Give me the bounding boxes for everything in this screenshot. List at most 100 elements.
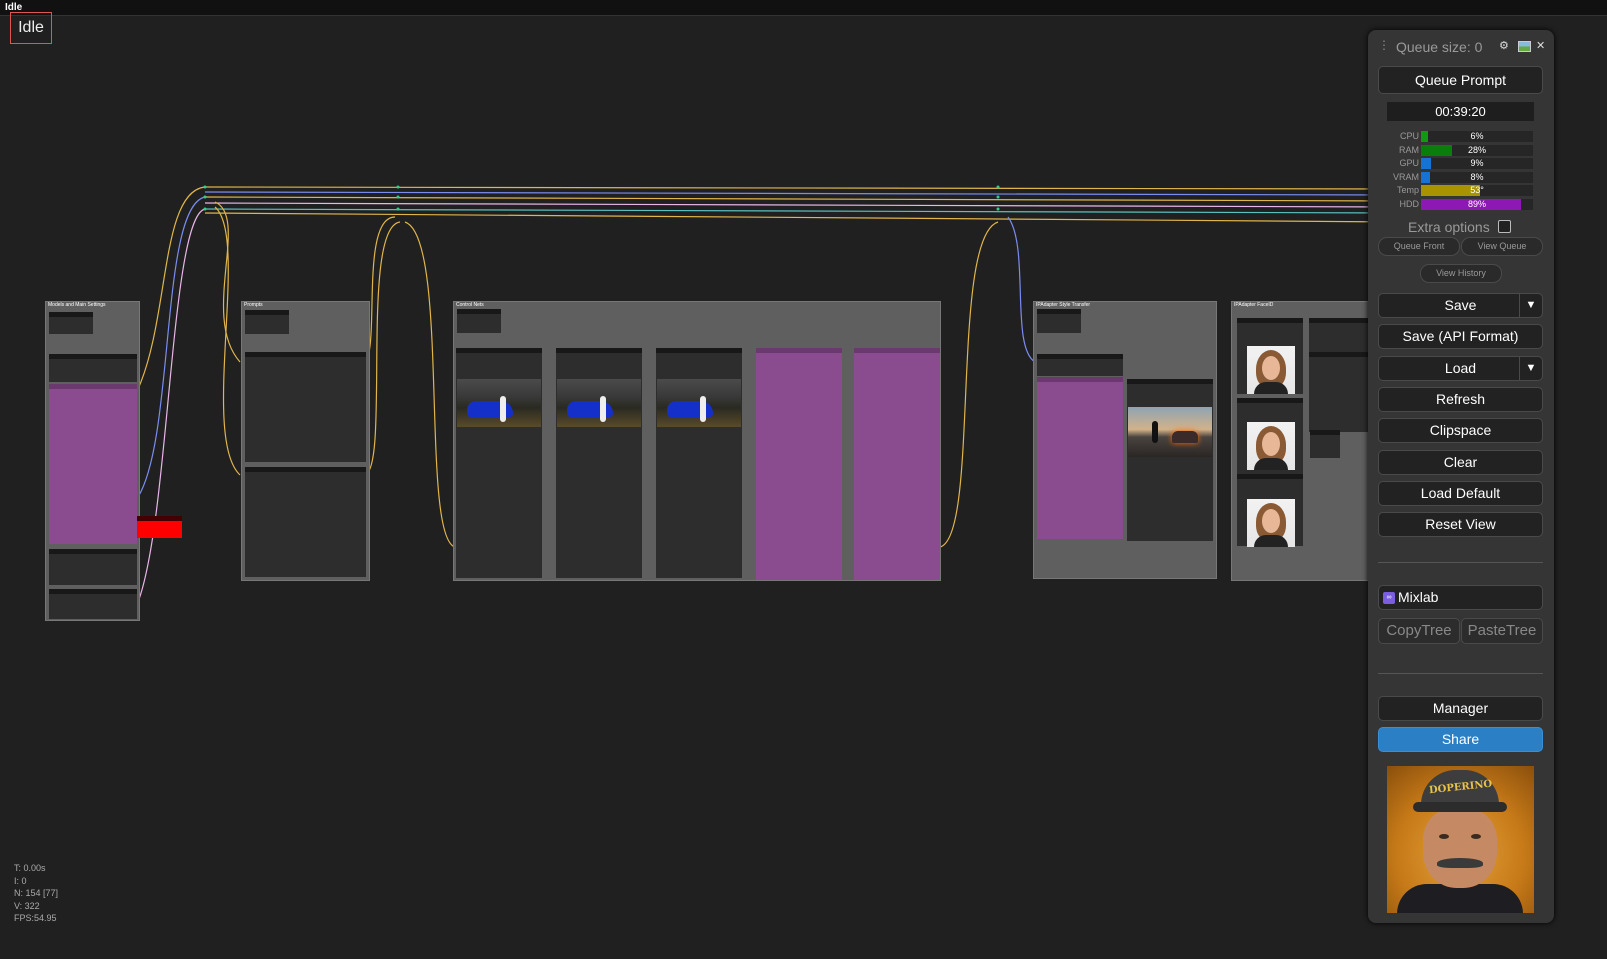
prompt-node-positive[interactable]: [245, 352, 366, 462]
group-control-nets[interactable]: Control Nets: [453, 301, 941, 581]
face-reference-image: [1247, 422, 1295, 470]
node[interactable]: [245, 310, 289, 334]
prompt-node-negative[interactable]: [245, 467, 366, 577]
monitor-row-vram: VRAM 8%: [1387, 171, 1534, 183]
view-queue-button[interactable]: View Queue: [1461, 237, 1543, 256]
style-reference-image: [1128, 407, 1212, 457]
save-dropdown-icon[interactable]: ▼: [1519, 294, 1542, 317]
window-title: Idle: [0, 0, 1607, 16]
manager-button[interactable]: Manager: [1378, 696, 1543, 721]
node[interactable]: [49, 549, 137, 585]
node[interactable]: [49, 589, 137, 619]
face-reference-image: [1247, 499, 1295, 547]
stat-i: I: 0: [14, 875, 27, 886]
monitor-value: 53°: [1470, 185, 1484, 196]
monitor-label: VRAM: [1392, 171, 1419, 182]
ipadapter-node[interactable]: [1037, 377, 1123, 539]
elapsed-timer: 00:39:20: [1387, 102, 1534, 121]
monitor-value: 8%: [1470, 171, 1484, 182]
mixlab-icon: ∞: [1383, 592, 1395, 604]
load-dropdown-icon[interactable]: ▼: [1519, 357, 1542, 380]
stat-fps: FPS:54.95: [14, 913, 57, 923]
queue-size-label: Queue size: 0: [1396, 39, 1483, 55]
queue-front-button[interactable]: Queue Front: [1378, 237, 1460, 256]
paste-tree-button[interactable]: PasteTree: [1461, 618, 1543, 644]
controlnet-apply-node[interactable]: [854, 348, 940, 580]
group-prompts[interactable]: Prompts: [241, 301, 370, 581]
error-node[interactable]: [137, 516, 182, 538]
group-title: Models and Main Settings: [48, 302, 106, 308]
save-label: Save: [1444, 297, 1477, 313]
monitor-label: GPU: [1399, 158, 1419, 169]
controlnet-apply-node[interactable]: [756, 348, 842, 580]
node[interactable]: [1310, 430, 1340, 458]
view-history-button[interactable]: View History: [1420, 264, 1502, 283]
stat-nodes: N: 154 [77]: [14, 888, 59, 898]
divider: [1378, 562, 1543, 563]
group-models-main-settings[interactable]: Models and Main Settings: [45, 301, 140, 621]
monitor-bar-track: 8%: [1421, 171, 1533, 183]
node[interactable]: [49, 384, 137, 544]
car-preview-image: [657, 379, 741, 427]
monitor-row-temp: Temp 53°: [1387, 184, 1534, 197]
node[interactable]: [49, 312, 93, 334]
load-image-node[interactable]: [1127, 379, 1213, 541]
queue-prompt-button[interactable]: Queue Prompt: [1378, 66, 1543, 94]
monitor-value: 9%: [1470, 158, 1484, 169]
save-button[interactable]: Save ▼: [1378, 293, 1543, 318]
monitor-row-cpu: CPU 6%: [1387, 130, 1534, 142]
monitor-label: RAM: [1399, 144, 1419, 155]
group-title: Control Nets: [456, 302, 484, 308]
car-preview-image: [457, 379, 541, 427]
node[interactable]: [1309, 352, 1369, 432]
mixlab-button[interactable]: ∞ Mixlab: [1378, 585, 1543, 610]
monitor-bar-track: 89%: [1421, 199, 1533, 210]
monitor-value: 89%: [1467, 199, 1486, 209]
monitor-row-hdd: HDD 89%: [1387, 198, 1534, 210]
monitor-label: Temp: [1396, 185, 1419, 196]
node[interactable]: [49, 354, 137, 382]
mixlab-label: Mixlab: [1398, 589, 1439, 605]
node[interactable]: [1037, 309, 1081, 333]
copy-tree-button[interactable]: CopyTree: [1378, 618, 1460, 644]
group-title: IPAdapter Style Transfer: [1036, 302, 1091, 308]
group-ipadapter-style-transfer[interactable]: IPAdapter Style Transfer: [1033, 301, 1217, 579]
gear-icon[interactable]: ⚙: [1499, 39, 1509, 52]
clipspace-button[interactable]: Clipspace: [1378, 418, 1543, 443]
share-button[interactable]: Share: [1378, 727, 1543, 752]
extra-options-label: Extra options: [1408, 219, 1490, 235]
extra-options-checkbox[interactable]: [1498, 220, 1511, 233]
load-button[interactable]: Load ▼: [1378, 356, 1543, 381]
stat-time: T: 0.00s: [14, 863, 46, 873]
node[interactable]: [1309, 318, 1369, 354]
monitor-bar-track: 53°: [1421, 185, 1533, 197]
group-title: Prompts: [244, 302, 263, 308]
monitor-value: 6%: [1470, 131, 1484, 141]
stat-vertices: V: 322: [14, 900, 40, 911]
side-menu-panel: ⋮ Queue size: 0 ⚙ ✕ Queue Prompt 00:39:2…: [1368, 30, 1554, 923]
group-title: IPAdapter FaceID: [1234, 302, 1274, 308]
monitor-row-ram: RAM 28%: [1387, 144, 1534, 156]
save-api-format-button[interactable]: Save (API Format): [1378, 324, 1543, 349]
reset-view-button[interactable]: Reset View: [1378, 512, 1543, 537]
image-icon[interactable]: [1518, 41, 1531, 52]
node[interactable]: [457, 309, 501, 333]
monitor-label: CPU: [1399, 131, 1419, 141]
drag-handle-icon[interactable]: ⋮: [1378, 38, 1390, 52]
load-default-button[interactable]: Load Default: [1378, 481, 1543, 506]
node-graph-canvas[interactable]: Models and Main Settings Prompts Control…: [0, 17, 1400, 959]
face-reference-image: [1247, 346, 1295, 394]
monitor-label: HDD: [1399, 199, 1420, 209]
clear-button[interactable]: Clear: [1378, 450, 1543, 475]
canvas-stats: T: 0.00s I: 0 N: 154 [77] V: 322 FPS:54.…: [14, 862, 58, 925]
refresh-button[interactable]: Refresh: [1378, 387, 1543, 412]
close-icon[interactable]: ✕: [1536, 39, 1545, 52]
group-ipadapter-faceid[interactable]: IPAdapter FaceID: [1231, 301, 1371, 581]
load-label: Load: [1444, 360, 1477, 376]
monitor-bar-track: 9%: [1421, 158, 1533, 170]
car-preview-image: [557, 379, 641, 427]
monitor-row-gpu: GPU 9%: [1387, 157, 1534, 170]
output-preview-image[interactable]: DOPERINO: [1387, 766, 1534, 913]
monitor-bar-track: 28%: [1421, 144, 1533, 156]
node[interactable]: [1037, 354, 1123, 376]
